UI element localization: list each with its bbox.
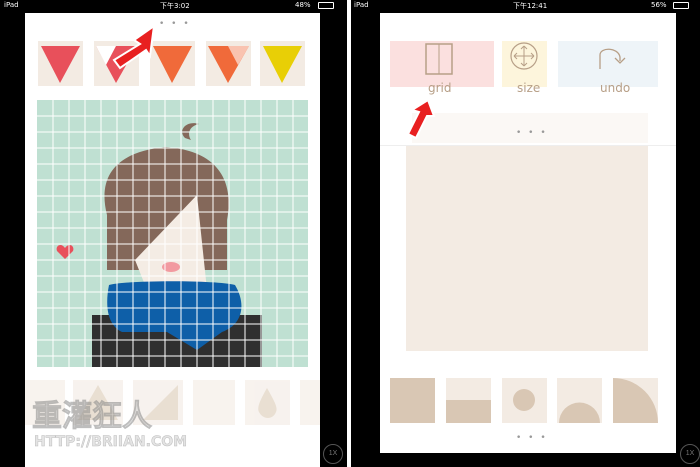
zoom-button-right[interactable]: 1X	[680, 444, 700, 464]
triangle-down-icon	[41, 46, 80, 83]
swatch-yellow-triangle[interactable]	[260, 41, 305, 86]
toolbar-dots[interactable]: • • •	[516, 128, 548, 138]
bottom-dots[interactable]: • • •	[516, 433, 548, 443]
svg-text:重灌狂人: 重灌狂人	[32, 399, 152, 434]
swatch-red-triangle[interactable]	[38, 41, 83, 86]
status-time: 下午3:02	[160, 2, 190, 10]
red-arrow-annotation	[112, 23, 156, 70]
battery-percent: 48%	[295, 1, 311, 9]
battery-percent: 56%	[651, 1, 667, 9]
shape-tile[interactable]	[300, 380, 320, 425]
status-time: 下午12:41	[513, 2, 548, 10]
shape-tile[interactable]	[245, 380, 290, 425]
half-rect-fill	[446, 400, 491, 423]
right-app-screen: grid size undo • • • • • •	[380, 13, 676, 453]
grid-label: grid	[428, 81, 452, 95]
red-arrow-annotation	[406, 98, 436, 140]
shape-half-rect[interactable]	[446, 378, 491, 423]
battery-icon	[673, 2, 689, 9]
svg-text:HTTP://BRIIAN.COM: HTTP://BRIIAN.COM	[34, 434, 187, 450]
swatch-orange-split[interactable]	[206, 41, 251, 86]
shape-quarter-circle[interactable]	[613, 378, 658, 423]
watermark-logo: 重灌狂人 HTTP://BRIIAN.COM	[32, 399, 188, 450]
status-bar-left: iPad 下午3:02 48%	[0, 0, 345, 10]
device-label: iPad	[354, 1, 369, 9]
drop-shape-icon	[258, 388, 277, 418]
undo-label: undo	[600, 81, 631, 95]
quarter-circle-icon	[613, 378, 658, 423]
shape-circle[interactable]	[502, 378, 547, 423]
device-label: iPad	[4, 1, 19, 9]
drawing-canvas-blank[interactable]	[406, 146, 648, 351]
shape-square[interactable]	[390, 378, 435, 423]
drawing-canvas[interactable]	[37, 100, 308, 367]
size-label: size	[517, 81, 541, 95]
triangle-down-icon	[263, 46, 302, 83]
split-triangle-icon	[208, 46, 249, 83]
shape-half-circle[interactable]	[557, 378, 602, 423]
panel-divider	[347, 0, 351, 467]
battery-icon	[318, 2, 334, 9]
circle-shape-icon	[513, 389, 535, 411]
zoom-button-left[interactable]: 1X	[323, 444, 343, 464]
half-circle-icon	[559, 402, 600, 423]
status-bar-right: iPad 下午12:41 56%	[351, 0, 700, 10]
